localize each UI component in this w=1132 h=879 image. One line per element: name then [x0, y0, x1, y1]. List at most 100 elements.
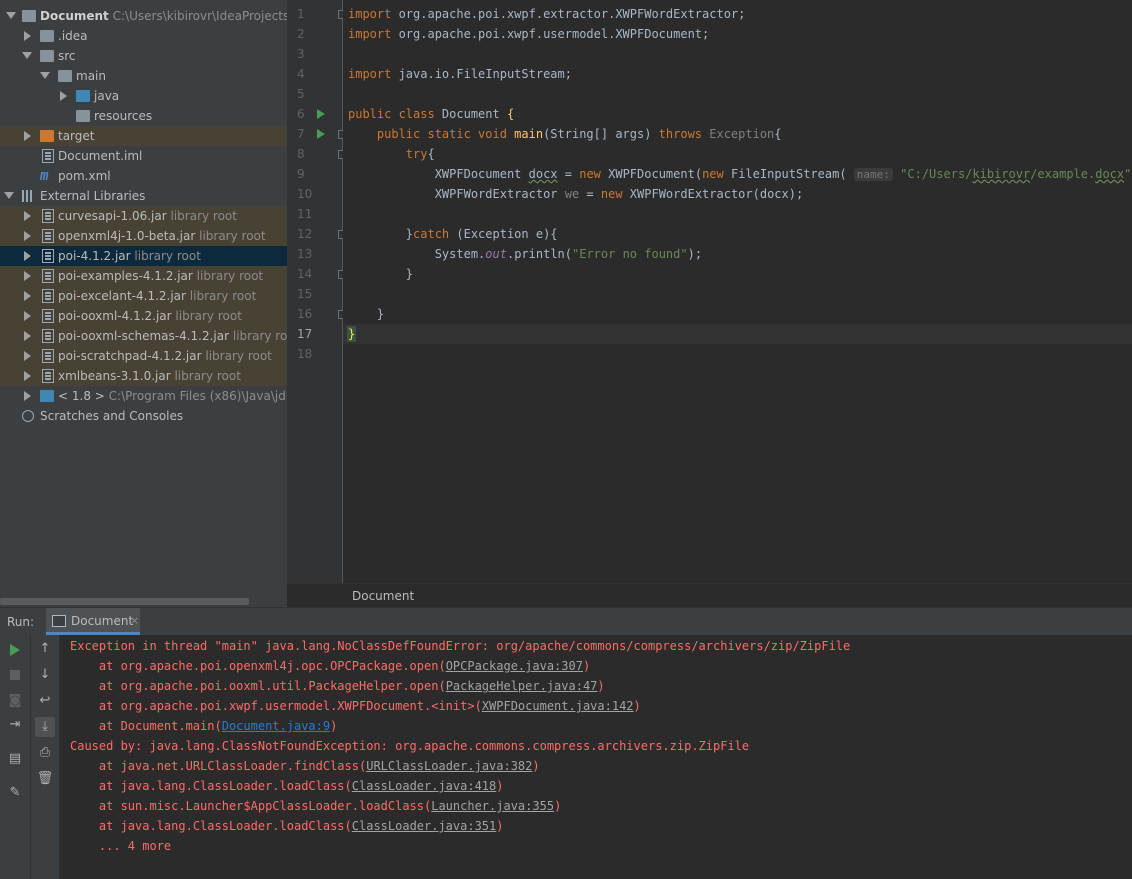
- pin-icon[interactable]: ✎: [5, 783, 25, 803]
- chevron-right-icon[interactable]: [24, 211, 31, 221]
- tree-item-jar[interactable]: poi-ooxml-schemas-4.1.2.jar library root: [0, 326, 287, 346]
- chevron-right-icon[interactable]: [24, 291, 31, 301]
- code-line-2: import org.apache.poi.xwpf.usermodel.XWP…: [348, 27, 710, 41]
- chevron-right-icon[interactable]: [24, 131, 31, 141]
- print-icon[interactable]: ⎙: [35, 743, 55, 763]
- excluded-folder-icon: [40, 130, 54, 142]
- matched-brace: }: [346, 326, 357, 342]
- folder-icon: [40, 50, 54, 62]
- tree-item-jar[interactable]: poi-examples-4.1.2.jar library root: [0, 266, 287, 286]
- tree-item-jar[interactable]: xmlbeans-3.1.0.jar library root: [0, 366, 287, 386]
- tree-item-jar[interactable]: curvesapi-1.06.jar library root: [0, 206, 287, 226]
- tree-item-resources[interactable]: resources: [0, 106, 287, 126]
- jar-suffix: library root: [174, 369, 241, 383]
- line-number: 14: [297, 267, 313, 281]
- jdk-path: C:\Program Files (x86)\Java\jdk1.8.0: [108, 389, 287, 403]
- exit-icon[interactable]: ⇥: [5, 715, 25, 735]
- tree-item-jdk[interactable]: < 1.8 > C:\Program Files (x86)\Java\jdk1…: [0, 386, 287, 406]
- line-number: 2: [297, 27, 305, 41]
- stacktrace-link[interactable]: XWPFDocument.java:142: [482, 699, 634, 713]
- tree-item-label: External Libraries: [40, 189, 146, 203]
- down-arrow-icon[interactable]: ↓: [35, 665, 55, 685]
- jar-suffix: library root: [196, 269, 264, 283]
- console-output[interactable]: Exception in thread "main" java.lang.NoC…: [60, 635, 1132, 879]
- chevron-right-icon[interactable]: [24, 391, 31, 401]
- camera-icon[interactable]: ◙: [5, 691, 25, 711]
- jar-icon: [42, 309, 54, 323]
- up-arrow-icon[interactable]: ↑: [35, 639, 55, 659]
- chevron-down-icon[interactable]: [6, 12, 16, 19]
- chevron-down-icon[interactable]: [4, 192, 14, 199]
- tree-item-scratches[interactable]: Scratches and Consoles: [0, 406, 287, 426]
- code-line-12: }catch (Exception e){: [348, 227, 558, 241]
- source-folder-icon: [76, 90, 90, 102]
- stacktrace-link[interactable]: PackageHelper.java:47: [446, 679, 598, 693]
- chevron-right-icon[interactable]: [24, 331, 31, 341]
- tree-item-jar[interactable]: poi-scratchpad-4.1.2.jar library root: [0, 346, 287, 366]
- run-label: Run:: [7, 615, 35, 629]
- horizontal-scrollbar[interactable]: [0, 598, 249, 605]
- tree-item-external-libraries[interactable]: External Libraries: [0, 186, 287, 206]
- close-icon[interactable]: ×: [130, 614, 139, 627]
- parameter-hint: name:: [853, 168, 893, 181]
- chevron-right-icon[interactable]: [24, 311, 31, 321]
- project-tool-window: Document C:\Users\kibirovr\IdeaProjects\…: [0, 0, 287, 607]
- editor-breadcrumb[interactable]: Document: [287, 583, 1132, 608]
- soft-wrap-icon[interactable]: ↩: [35, 691, 55, 711]
- chevron-right-icon[interactable]: [24, 251, 31, 261]
- code-editor[interactable]: import org.apache.poi.xwpf.extractor.XWP…: [343, 0, 1132, 583]
- jar-suffix: library root: [189, 289, 257, 303]
- rerun-icon[interactable]: [10, 644, 20, 656]
- tree-item-jar-selected[interactable]: poi-4.1.2.jar library root: [0, 246, 287, 266]
- line-number: 16: [297, 307, 313, 321]
- line-number: 5: [297, 87, 305, 101]
- tree-item-label: Scratches and Consoles: [40, 409, 184, 423]
- tree-item-jar[interactable]: openxml4j-1.0-beta.jar library root: [0, 226, 287, 246]
- chevron-down-icon[interactable]: [40, 72, 50, 79]
- jar-icon: [42, 349, 54, 363]
- tree-item-idea[interactable]: .idea: [0, 26, 287, 46]
- tree-item-document-iml[interactable]: Document.iml: [0, 146, 287, 166]
- chevron-down-icon[interactable]: [22, 52, 32, 59]
- chevron-right-icon[interactable]: [60, 91, 67, 101]
- tree-item-java[interactable]: java: [0, 86, 287, 106]
- stacktrace-link[interactable]: ClassLoader.java:351: [352, 819, 497, 833]
- stacktrace-link[interactable]: OPCPackage.java:307: [446, 659, 583, 673]
- line-number: 1: [297, 7, 305, 21]
- tree-root-document[interactable]: Document C:\Users\kibirovr\IdeaProjects\…: [0, 6, 287, 26]
- stacktrace-link[interactable]: Launcher.java:355: [431, 799, 554, 813]
- stacktrace-link-source[interactable]: Document.java:9: [222, 719, 330, 733]
- chevron-right-icon[interactable]: [24, 231, 31, 241]
- trash-icon[interactable]: 🗑: [35, 769, 55, 789]
- run-toolbar-right: ↑ ↓ ↩ ⤓ ⎙ 🗑: [31, 635, 60, 879]
- run-main-icon[interactable]: [317, 129, 325, 139]
- stacktrace-link[interactable]: ClassLoader.java:418: [352, 779, 497, 793]
- jar-name: poi-4.1.2.jar: [58, 249, 131, 263]
- line-number: 13: [297, 247, 313, 261]
- tree-item-jar[interactable]: poi-excelant-4.1.2.jar library root: [0, 286, 287, 306]
- tree-item-jar[interactable]: poi-ooxml-4.1.2.jar library root: [0, 306, 287, 326]
- chevron-right-icon[interactable]: [24, 271, 31, 281]
- scroll-to-end-icon[interactable]: ⤓: [35, 717, 55, 737]
- chevron-right-icon[interactable]: [24, 31, 31, 41]
- stop-icon[interactable]: [10, 670, 20, 680]
- jar-name: poi-scratchpad-4.1.2.jar: [58, 349, 202, 363]
- tree-item-pom-xml[interactable]: m pom.xml: [0, 166, 287, 186]
- chevron-right-icon[interactable]: [24, 351, 31, 361]
- stacktrace-link[interactable]: URLClassLoader.java:382: [366, 759, 532, 773]
- tree-item-target[interactable]: target: [0, 126, 287, 146]
- jar-name: xmlbeans-3.1.0.jar: [58, 369, 171, 383]
- layout-icon[interactable]: ▤: [5, 749, 25, 769]
- run-tab-document[interactable]: Document ×: [46, 608, 140, 635]
- tree-item-src[interactable]: src: [0, 46, 287, 66]
- run-class-icon[interactable]: [317, 109, 325, 119]
- iml-file-icon: [42, 149, 54, 163]
- chevron-right-icon[interactable]: [24, 371, 31, 381]
- tree-item-main[interactable]: main: [0, 66, 287, 86]
- run-toolbar-left: ◙ ⇥ ▤ ✎: [0, 635, 31, 879]
- line-number-current: 17: [297, 327, 313, 341]
- line-number: 18: [297, 347, 313, 361]
- console-line: at java.net.URLClassLoader.findClass(URL…: [70, 759, 540, 773]
- breadcrumb-item[interactable]: Document: [352, 589, 414, 603]
- console-line: at java.lang.ClassLoader.loadClass(Class…: [70, 779, 504, 793]
